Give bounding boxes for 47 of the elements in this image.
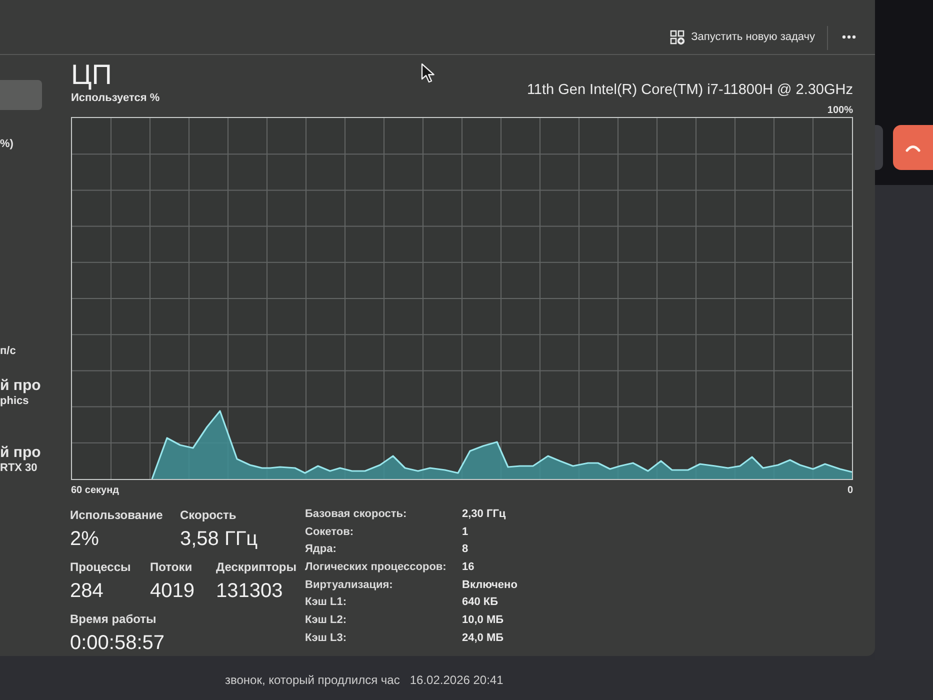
time-end-label: 0 [847, 485, 853, 497]
detail-value: Включено [462, 578, 518, 592]
detail-value: 640 КБ [462, 595, 498, 610]
call-notice-text: звонок, который продлился час [225, 672, 400, 689]
detail-value: 2,30 ГГц [462, 506, 506, 521]
call-control-button[interactable] [875, 125, 883, 170]
stat-label: Потоки [150, 560, 192, 575]
stat-label: Скорость [180, 508, 236, 523]
detail-value: 10,0 МБ [462, 612, 504, 627]
detail-label: Ядра: [305, 542, 338, 556]
graph-max-label: 100% [827, 105, 853, 117]
stat-label: Процессы [70, 560, 131, 575]
new-task-button[interactable]: Запустить новую задачу [667, 26, 818, 48]
detail-value: 1 [462, 524, 468, 539]
detail-value: 16 [462, 560, 474, 574]
call-time-text: 16.02.2026 20:41 [410, 672, 504, 689]
detail-label: Кэш L3: [305, 630, 348, 645]
sidebar-item[interactable]: п/с [0, 344, 16, 358]
stat-label: Использование [70, 508, 163, 523]
stat-label: Дескрипторы [216, 560, 296, 575]
stat-value: 4019 [150, 579, 194, 603]
detail-value: 24,0 МБ [462, 630, 504, 645]
stat-value: 131303 [216, 579, 283, 603]
sidebar-item[interactable]: й про phics [0, 377, 41, 408]
detail-label: Кэш L2: [305, 612, 348, 627]
sidebar-item[interactable]: й про RTX 30 [0, 444, 41, 475]
stat-value: 3,58 ГГц [180, 527, 258, 551]
stat-value: 0:00:58:57 [70, 631, 165, 655]
graph-label: Используется % [71, 92, 160, 105]
detail-label: Кэш L1: [305, 595, 348, 610]
end-call-button[interactable] [893, 125, 933, 170]
panel-title: ЦП [71, 60, 112, 90]
stat-value: 2% [70, 527, 99, 551]
detail-value: 8 [462, 542, 468, 556]
sidebar-item[interactable]: %) [0, 137, 14, 151]
time-start-label: 60 секунд [71, 485, 119, 497]
detail-label: Базовая скорость: [305, 506, 408, 521]
cursor-icon [421, 63, 435, 83]
detail-label: Сокетов: [305, 524, 355, 539]
stat-value: 284 [70, 579, 104, 603]
detail-label: Виртуализация: [305, 578, 394, 592]
more-icon [842, 35, 856, 39]
new-task-icon [670, 30, 686, 44]
hang-up-icon [905, 144, 921, 152]
detail-label: Логических процессоров: [305, 560, 448, 574]
stat-label: Время работы [70, 612, 156, 627]
processor-name: 11th Gen Intel(R) Core(TM) i7-11800H @ 2.30GHz [526, 82, 853, 99]
